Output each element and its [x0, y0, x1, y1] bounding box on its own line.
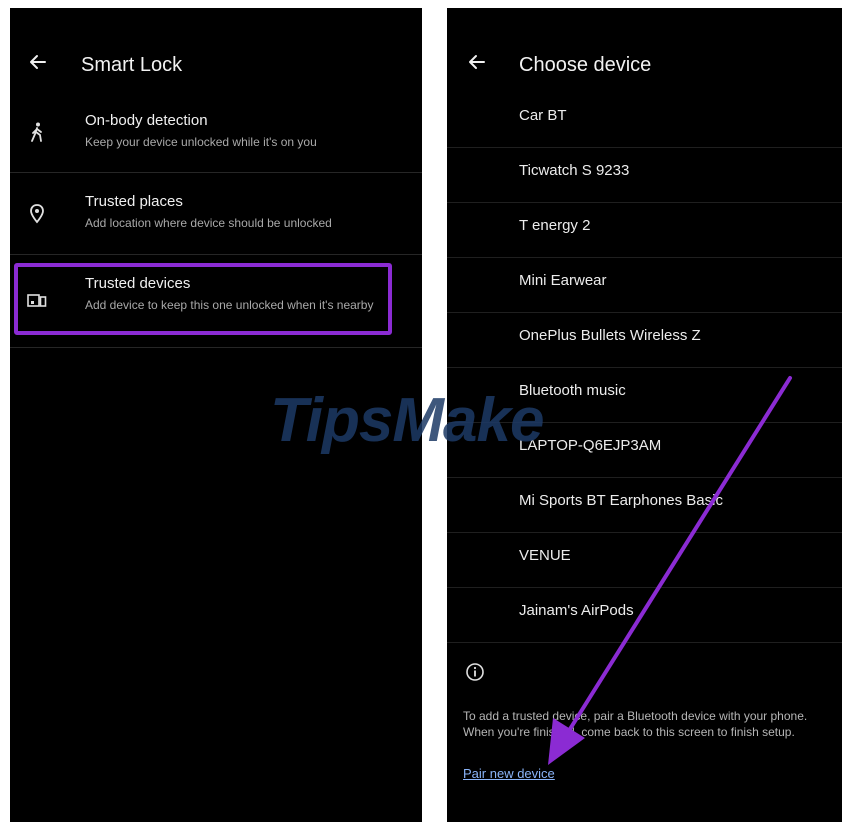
device-item[interactable]: Mi Sports BT Earphones Basic [447, 478, 842, 533]
page-title: Choose device [519, 54, 652, 76]
divider [447, 642, 842, 643]
app-bar: Choose device [447, 8, 842, 76]
setting-trusted-places[interactable]: Trusted places Add location where device… [10, 183, 422, 255]
device-name: VENUE [519, 547, 571, 564]
info-icon [466, 663, 484, 681]
choose-device-screen: Choose device Car BT Ticwatch S 9233 T e… [447, 8, 842, 822]
page-title: Smart Lock [81, 54, 183, 76]
setting-title: Trusted places [85, 193, 183, 210]
divider [10, 172, 422, 173]
device-item[interactable]: LAPTOP-Q6EJP3AM [447, 423, 842, 478]
walking-person-icon [31, 122, 42, 142]
back-arrow-icon[interactable] [467, 52, 487, 72]
app-bar: Smart Lock [10, 8, 422, 76]
setting-title: On-body detection [85, 112, 208, 129]
device-name: Mi Sports BT Earphones Basic [519, 492, 723, 509]
device-item[interactable]: T energy 2 [447, 203, 842, 258]
device-item[interactable]: Bluetooth music [447, 368, 842, 423]
device-item[interactable]: Ticwatch S 9233 [447, 148, 842, 203]
device-name: Bluetooth music [519, 382, 626, 399]
device-name: Car BT [519, 107, 567, 124]
setting-on-body-detection[interactable]: On-body detection Keep your device unloc… [10, 103, 422, 173]
device-item[interactable]: Mini Earwear [447, 258, 842, 313]
device-item[interactable]: OnePlus Bullets Wireless Z [447, 313, 842, 368]
device-name: Jainam's AirPods [519, 602, 634, 619]
setting-subtitle: Keep your device unlocked while it's on … [85, 135, 317, 149]
device-name: Mini Earwear [519, 272, 607, 289]
info-text: To add a trusted device, pair a Bluetoot… [463, 709, 808, 739]
pair-new-device-link[interactable]: Pair new device [463, 766, 555, 781]
device-name: OnePlus Bullets Wireless Z [519, 327, 701, 344]
device-name: Ticwatch S 9233 [519, 162, 630, 179]
device-name: LAPTOP-Q6EJP3AM [519, 437, 662, 454]
divider [10, 347, 422, 348]
device-item[interactable]: VENUE [447, 533, 842, 588]
divider [10, 254, 422, 255]
device-item[interactable]: Jainam's AirPods [447, 588, 842, 643]
device-item[interactable]: Car BT [447, 93, 842, 148]
device-name: T energy 2 [519, 217, 591, 234]
location-pin-icon [30, 204, 44, 224]
smart-lock-screen: Smart Lock On-body detection Keep your d… [10, 8, 422, 822]
highlight-box [14, 263, 392, 335]
back-arrow-icon[interactable] [28, 52, 48, 72]
setting-subtitle: Add location where device should be unlo… [85, 216, 332, 230]
